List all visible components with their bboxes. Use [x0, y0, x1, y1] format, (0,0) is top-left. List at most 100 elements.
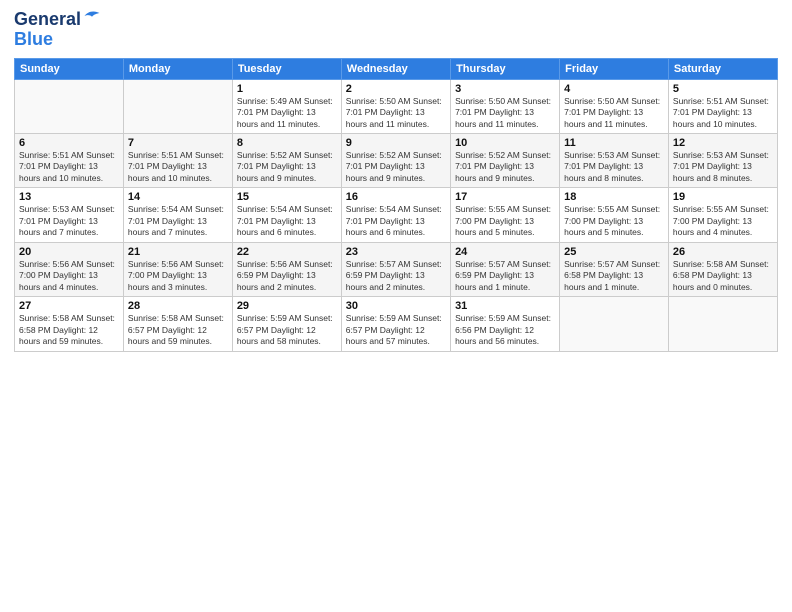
- calendar-cell: [668, 297, 777, 351]
- day-info: Sunrise: 5:57 AM Sunset: 6:59 PM Dayligh…: [346, 259, 446, 293]
- calendar-cell: 18Sunrise: 5:55 AM Sunset: 7:00 PM Dayli…: [560, 188, 669, 242]
- day-number: 18: [564, 191, 664, 203]
- day-info: Sunrise: 5:52 AM Sunset: 7:01 PM Dayligh…: [237, 150, 337, 184]
- day-info: Sunrise: 5:57 AM Sunset: 6:59 PM Dayligh…: [455, 259, 555, 293]
- calendar-cell: 24Sunrise: 5:57 AM Sunset: 6:59 PM Dayli…: [451, 242, 560, 296]
- logo-text-blue: Blue: [14, 30, 53, 50]
- col-header-wednesday: Wednesday: [341, 58, 450, 79]
- day-number: 1: [237, 83, 337, 95]
- calendar-cell: 26Sunrise: 5:58 AM Sunset: 6:58 PM Dayli…: [668, 242, 777, 296]
- day-info: Sunrise: 5:56 AM Sunset: 7:00 PM Dayligh…: [19, 259, 119, 293]
- calendar-cell: 14Sunrise: 5:54 AM Sunset: 7:01 PM Dayli…: [123, 188, 232, 242]
- day-info: Sunrise: 5:49 AM Sunset: 7:01 PM Dayligh…: [237, 96, 337, 130]
- calendar-cell: 15Sunrise: 5:54 AM Sunset: 7:01 PM Dayli…: [232, 188, 341, 242]
- logo: General Blue: [14, 10, 101, 50]
- day-number: 14: [128, 191, 228, 203]
- day-number: 27: [19, 300, 119, 312]
- calendar-cell: [15, 79, 124, 133]
- col-header-monday: Monday: [123, 58, 232, 79]
- calendar-week-4: 20Sunrise: 5:56 AM Sunset: 7:00 PM Dayli…: [15, 242, 778, 296]
- day-info: Sunrise: 5:56 AM Sunset: 6:59 PM Dayligh…: [237, 259, 337, 293]
- calendar-cell: 27Sunrise: 5:58 AM Sunset: 6:58 PM Dayli…: [15, 297, 124, 351]
- day-number: 13: [19, 191, 119, 203]
- day-number: 7: [128, 137, 228, 149]
- calendar-week-5: 27Sunrise: 5:58 AM Sunset: 6:58 PM Dayli…: [15, 297, 778, 351]
- calendar-cell: 23Sunrise: 5:57 AM Sunset: 6:59 PM Dayli…: [341, 242, 450, 296]
- calendar-cell: 10Sunrise: 5:52 AM Sunset: 7:01 PM Dayli…: [451, 134, 560, 188]
- calendar-cell: 29Sunrise: 5:59 AM Sunset: 6:57 PM Dayli…: [232, 297, 341, 351]
- day-info: Sunrise: 5:52 AM Sunset: 7:01 PM Dayligh…: [346, 150, 446, 184]
- calendar-cell: 19Sunrise: 5:55 AM Sunset: 7:00 PM Dayli…: [668, 188, 777, 242]
- day-number: 20: [19, 246, 119, 258]
- day-number: 29: [237, 300, 337, 312]
- day-info: Sunrise: 5:50 AM Sunset: 7:01 PM Dayligh…: [564, 96, 664, 130]
- day-number: 30: [346, 300, 446, 312]
- calendar-cell: 25Sunrise: 5:57 AM Sunset: 6:58 PM Dayli…: [560, 242, 669, 296]
- day-info: Sunrise: 5:51 AM Sunset: 7:01 PM Dayligh…: [19, 150, 119, 184]
- day-number: 5: [673, 83, 773, 95]
- calendar-cell: 12Sunrise: 5:53 AM Sunset: 7:01 PM Dayli…: [668, 134, 777, 188]
- day-info: Sunrise: 5:58 AM Sunset: 6:57 PM Dayligh…: [128, 313, 228, 347]
- day-info: Sunrise: 5:55 AM Sunset: 7:00 PM Dayligh…: [564, 204, 664, 238]
- day-number: 24: [455, 246, 555, 258]
- calendar-cell: 16Sunrise: 5:54 AM Sunset: 7:01 PM Dayli…: [341, 188, 450, 242]
- col-header-saturday: Saturday: [668, 58, 777, 79]
- calendar-cell: 20Sunrise: 5:56 AM Sunset: 7:00 PM Dayli…: [15, 242, 124, 296]
- calendar-cell: 2Sunrise: 5:50 AM Sunset: 7:01 PM Daylig…: [341, 79, 450, 133]
- day-info: Sunrise: 5:59 AM Sunset: 6:57 PM Dayligh…: [237, 313, 337, 347]
- calendar-cell: [123, 79, 232, 133]
- day-info: Sunrise: 5:53 AM Sunset: 7:01 PM Dayligh…: [564, 150, 664, 184]
- day-number: 6: [19, 137, 119, 149]
- day-info: Sunrise: 5:52 AM Sunset: 7:01 PM Dayligh…: [455, 150, 555, 184]
- day-number: 12: [673, 137, 773, 149]
- calendar-cell: 21Sunrise: 5:56 AM Sunset: 7:00 PM Dayli…: [123, 242, 232, 296]
- day-number: 15: [237, 191, 337, 203]
- calendar-cell: 17Sunrise: 5:55 AM Sunset: 7:00 PM Dayli…: [451, 188, 560, 242]
- day-info: Sunrise: 5:50 AM Sunset: 7:01 PM Dayligh…: [455, 96, 555, 130]
- day-info: Sunrise: 5:57 AM Sunset: 6:58 PM Dayligh…: [564, 259, 664, 293]
- calendar-header-row: SundayMondayTuesdayWednesdayThursdayFrid…: [15, 58, 778, 79]
- day-number: 16: [346, 191, 446, 203]
- col-header-thursday: Thursday: [451, 58, 560, 79]
- calendar-cell: 8Sunrise: 5:52 AM Sunset: 7:01 PM Daylig…: [232, 134, 341, 188]
- day-number: 26: [673, 246, 773, 258]
- calendar-cell: 3Sunrise: 5:50 AM Sunset: 7:01 PM Daylig…: [451, 79, 560, 133]
- day-info: Sunrise: 5:58 AM Sunset: 6:58 PM Dayligh…: [19, 313, 119, 347]
- calendar-cell: 30Sunrise: 5:59 AM Sunset: 6:57 PM Dayli…: [341, 297, 450, 351]
- day-number: 3: [455, 83, 555, 95]
- day-info: Sunrise: 5:55 AM Sunset: 7:00 PM Dayligh…: [673, 204, 773, 238]
- calendar-week-2: 6Sunrise: 5:51 AM Sunset: 7:01 PM Daylig…: [15, 134, 778, 188]
- logo-bird-icon: [83, 7, 101, 25]
- day-number: 28: [128, 300, 228, 312]
- day-number: 31: [455, 300, 555, 312]
- day-number: 22: [237, 246, 337, 258]
- calendar-cell: 31Sunrise: 5:59 AM Sunset: 6:56 PM Dayli…: [451, 297, 560, 351]
- day-info: Sunrise: 5:59 AM Sunset: 6:56 PM Dayligh…: [455, 313, 555, 347]
- calendar-cell: 22Sunrise: 5:56 AM Sunset: 6:59 PM Dayli…: [232, 242, 341, 296]
- calendar-cell: 1Sunrise: 5:49 AM Sunset: 7:01 PM Daylig…: [232, 79, 341, 133]
- day-number: 2: [346, 83, 446, 95]
- day-number: 11: [564, 137, 664, 149]
- day-number: 8: [237, 137, 337, 149]
- day-number: 19: [673, 191, 773, 203]
- day-number: 25: [564, 246, 664, 258]
- logo-text-general: General: [14, 10, 81, 30]
- day-info: Sunrise: 5:53 AM Sunset: 7:01 PM Dayligh…: [673, 150, 773, 184]
- day-info: Sunrise: 5:56 AM Sunset: 7:00 PM Dayligh…: [128, 259, 228, 293]
- calendar-cell: 11Sunrise: 5:53 AM Sunset: 7:01 PM Dayli…: [560, 134, 669, 188]
- day-info: Sunrise: 5:50 AM Sunset: 7:01 PM Dayligh…: [346, 96, 446, 130]
- day-info: Sunrise: 5:51 AM Sunset: 7:01 PM Dayligh…: [673, 96, 773, 130]
- day-info: Sunrise: 5:51 AM Sunset: 7:01 PM Dayligh…: [128, 150, 228, 184]
- day-number: 9: [346, 137, 446, 149]
- col-header-friday: Friday: [560, 58, 669, 79]
- calendar-cell: 4Sunrise: 5:50 AM Sunset: 7:01 PM Daylig…: [560, 79, 669, 133]
- day-number: 4: [564, 83, 664, 95]
- day-info: Sunrise: 5:59 AM Sunset: 6:57 PM Dayligh…: [346, 313, 446, 347]
- calendar-cell: 28Sunrise: 5:58 AM Sunset: 6:57 PM Dayli…: [123, 297, 232, 351]
- calendar-cell: 13Sunrise: 5:53 AM Sunset: 7:01 PM Dayli…: [15, 188, 124, 242]
- day-number: 21: [128, 246, 228, 258]
- day-number: 10: [455, 137, 555, 149]
- page-header: General Blue: [14, 10, 778, 50]
- calendar-cell: 7Sunrise: 5:51 AM Sunset: 7:01 PM Daylig…: [123, 134, 232, 188]
- day-number: 17: [455, 191, 555, 203]
